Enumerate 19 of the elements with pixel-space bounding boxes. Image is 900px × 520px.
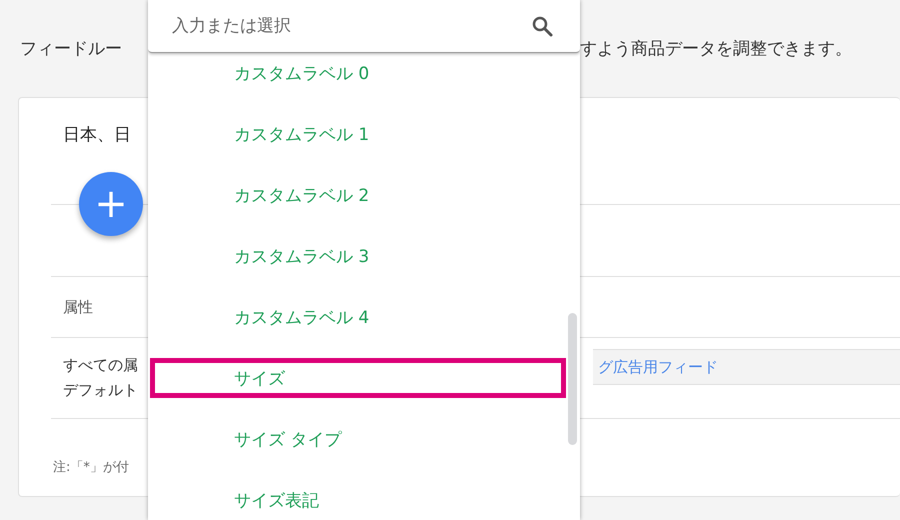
menu-item[interactable]: カスタムラベル 1 <box>150 114 566 154</box>
note-text: 注:「*」が付 <box>53 459 129 476</box>
column-header: 属性 <box>63 298 93 316</box>
search-icon[interactable] <box>530 14 554 38</box>
menu-item[interactable]: サイズ タイプ <box>150 419 566 459</box>
scrollbar[interactable] <box>568 313 577 445</box>
menu-item[interactable]: サイズ表記 <box>150 480 566 520</box>
menu-item[interactable]: カスタムラベル 2 <box>150 175 566 215</box>
menu-item[interactable]: カスタムラベル 0 <box>150 53 566 93</box>
menu-item[interactable]: サイズ <box>150 358 566 398</box>
search-field[interactable]: 入力または選択 <box>170 15 530 37</box>
rule-description: すべての属 デフォルト <box>63 355 138 401</box>
menu-item[interactable]: カスタムラベル 3 <box>150 236 566 276</box>
feed-link[interactable]: グ広告用フィード <box>598 358 718 376</box>
description-text: すよう商品データを調整できます。 <box>580 38 852 60</box>
description-text: フィードルー <box>20 38 123 60</box>
card-title: 日本、日 <box>63 124 131 146</box>
add-button[interactable]: + <box>79 172 143 236</box>
menu-item[interactable]: カスタムラベル 4 <box>150 297 566 337</box>
